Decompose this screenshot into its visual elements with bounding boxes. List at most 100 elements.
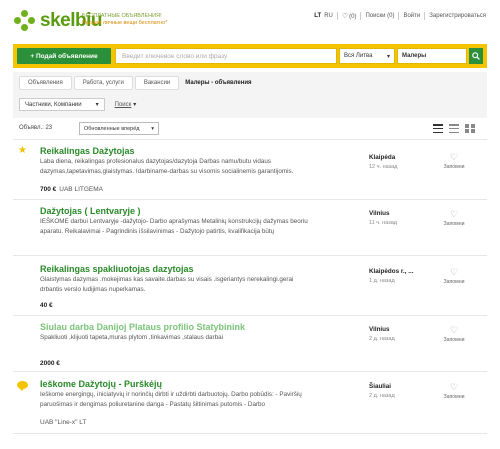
favorites-count: (0) xyxy=(349,14,357,20)
chat-bubble-icon xyxy=(17,381,28,391)
listing-city: Vilnius xyxy=(369,210,390,217)
listing-title[interactable]: Dažytojas ( Lentvaryje ) xyxy=(40,206,141,216)
listing-price-row: 40 € xyxy=(40,302,53,309)
heart-icon: ♡ xyxy=(449,152,459,162)
register-link[interactable]: Зарегистрироваться xyxy=(429,13,486,19)
divider xyxy=(360,12,362,20)
logo-icon xyxy=(14,10,36,32)
listing-city: Klaipėdos r., ... xyxy=(369,268,414,275)
chevron-down-icon: ▾ xyxy=(386,53,390,60)
listing-price-row: 2000 € xyxy=(40,360,60,367)
listing-time: 11 ч. назад xyxy=(369,220,397,226)
listing-time: 2 д. назад xyxy=(369,336,395,342)
compact-view-icon[interactable] xyxy=(449,124,459,133)
divider xyxy=(336,12,338,20)
breadcrumb-item[interactable]: Вакансии xyxy=(134,76,180,90)
search-bar: + Подай объявление Введит ключевое слово… xyxy=(13,44,487,68)
add-listing-button[interactable]: + Подай объявление xyxy=(17,48,111,64)
listing-description: Glaistymas dazymas .mokejimas kas savait… xyxy=(40,276,294,293)
chevron-down-icon: ▾ xyxy=(133,102,137,108)
listing-city: Šiauliai xyxy=(369,383,392,390)
listing-title[interactable]: Reikalingas Dažytojas xyxy=(40,146,135,156)
sort-value: Обновленные вперёд xyxy=(84,125,140,132)
filters-row: Частники, Компании ▾ Поиск ▾ xyxy=(19,98,136,111)
search-input[interactable]: Введит ключевое слово или фразу xyxy=(115,48,337,64)
listing-city: Klaipėda xyxy=(369,154,396,161)
site-header: skelbiu БЕСПЛАТНЫЕ ОБЪЯВЛЕНИЯ! Продай ли… xyxy=(0,0,500,44)
breadcrumb-item[interactable]: Объявления xyxy=(19,76,72,90)
view-switcher xyxy=(433,124,475,133)
save-favorite-label: Запомни xyxy=(443,394,465,400)
heart-icon: ♡ xyxy=(449,209,459,219)
listing-price-row: UAB "Line-x" LT xyxy=(40,419,86,426)
listing-title[interactable]: Reikalingas spakliuotojas dazytojas xyxy=(40,264,194,274)
login-link[interactable]: Войти xyxy=(403,13,420,19)
save-favorite-button[interactable]: ♡ Запомни xyxy=(441,325,467,344)
tagline: БЕСПЛАТНЫЕ ОБЪЯВЛЕНИЯ! Продай личные вещ… xyxy=(82,13,167,27)
star-icon: ★ xyxy=(18,145,27,156)
save-favorite-label: Запомни xyxy=(443,337,465,343)
listing-seller: UAB "Line-x" LT xyxy=(40,419,87,426)
filter-panel: Объявления Работа, услуги Вакансии Малер… xyxy=(13,72,487,118)
sort-select[interactable]: Обновленные вперёд ▾ xyxy=(79,122,159,135)
breadcrumb-current: Малеры - объявления xyxy=(185,80,252,86)
seller-type-select[interactable]: Частники, Компании ▾ xyxy=(19,98,105,111)
save-favorite-label: Запомни xyxy=(443,164,465,170)
listing-time: 2 д. назад xyxy=(369,393,395,399)
more-filters-label: Поиск xyxy=(114,102,132,108)
listing-item[interactable]: Reikalingas spakliuotojas dazytojas Glai… xyxy=(13,256,487,316)
listing-title[interactable]: Siulau darba Danijoj Plataus profilio St… xyxy=(40,322,245,332)
listing-price: 2000 € xyxy=(40,360,60,367)
searches-link[interactable]: Поиски (0) xyxy=(365,13,394,19)
search-icon xyxy=(472,52,480,60)
divider xyxy=(424,12,426,20)
tagline-line-2[interactable]: Продай личные вещи бесплатно* xyxy=(82,20,167,27)
save-favorite-label: Запомни xyxy=(443,279,465,285)
listing-item[interactable]: ★ Reikalingas Dažytojas Laba diena, reik… xyxy=(13,140,487,200)
heart-icon: ♡ xyxy=(449,267,459,277)
save-favorite-button[interactable]: ♡ Запомни xyxy=(441,209,467,228)
category-field[interactable]: Малеры xyxy=(397,48,467,64)
listing-description: Ieškome energingų, iniciatyvių ir norinč… xyxy=(40,391,302,408)
more-filters-link[interactable]: Поиск ▾ xyxy=(115,101,137,108)
breadcrumb: Объявления Работа, услуги Вакансии Малер… xyxy=(19,76,260,90)
language-switch: LT RU xyxy=(314,13,333,19)
listing-time: 12 ч. назад xyxy=(369,164,398,170)
listing-description: Laba diena, reikalingas profesionalus da… xyxy=(40,158,294,175)
listing-title[interactable]: Ieškome Dažytojų - Purškėjų xyxy=(40,379,162,389)
region-value: Вся Литва xyxy=(344,53,373,59)
save-favorite-label: Запомни xyxy=(443,221,465,227)
divider xyxy=(398,12,400,20)
results-count: Объявл.: 23 xyxy=(19,125,53,131)
listing-item[interactable]: Siulau darba Danijoj Plataus profilio St… xyxy=(13,316,487,372)
save-favorite-button[interactable]: ♡ Запомни xyxy=(441,382,467,401)
listing-time: 1 д. назад xyxy=(369,278,395,284)
listing-price: 700 € xyxy=(40,186,57,193)
listing-description: IEŠKOME darbui Lentvaryje -dažytojo- Dar… xyxy=(40,218,308,235)
favorites-link[interactable]: ♡(0) xyxy=(342,12,357,20)
save-favorite-button[interactable]: ♡ Запомни xyxy=(441,267,467,286)
top-links: LT RU ♡(0) Поиски (0) Войти Зарегистриро… xyxy=(314,12,486,20)
lang-ru[interactable]: RU xyxy=(324,13,333,19)
region-select[interactable]: Вся Литва ▾ xyxy=(339,48,395,64)
listing-price: 40 € xyxy=(40,302,53,309)
listing-seller: UAB LITGEMA xyxy=(59,186,103,193)
listing-description: Spakliuoti ,klijuoti tapeta,muras plytom… xyxy=(40,334,224,341)
listing-city: Vilnius xyxy=(369,326,390,333)
seller-type-value: Частники, Компании xyxy=(25,101,82,108)
results-toolbar: Объявл.: 23 Обновленные вперёд ▾ xyxy=(13,122,487,136)
heart-icon: ♡ xyxy=(449,325,459,335)
chevron-down-icon: ▾ xyxy=(95,102,99,108)
tagline-line-1: БЕСПЛАТНЫЕ ОБЪЯВЛЕНИЯ! xyxy=(82,13,162,19)
heart-icon: ♡ xyxy=(449,382,459,392)
listing-price-row: 700 € UAB LITGEMA xyxy=(40,186,103,193)
listing-item[interactable]: Dažytojas ( Lentvaryje ) IEŠKOME darbui … xyxy=(13,200,487,256)
listing-item[interactable]: Ieškome Dažytojų - Purškėjų Ieškome ener… xyxy=(13,372,487,434)
lang-lt[interactable]: LT xyxy=(314,13,321,19)
breadcrumb-item[interactable]: Работа, услуги xyxy=(73,76,133,90)
list-view-icon[interactable] xyxy=(433,124,443,133)
chevron-down-icon: ▾ xyxy=(151,125,154,132)
search-button[interactable] xyxy=(469,48,483,64)
save-favorite-button[interactable]: ♡ Запомни xyxy=(441,152,467,171)
grid-view-icon[interactable] xyxy=(465,124,475,133)
